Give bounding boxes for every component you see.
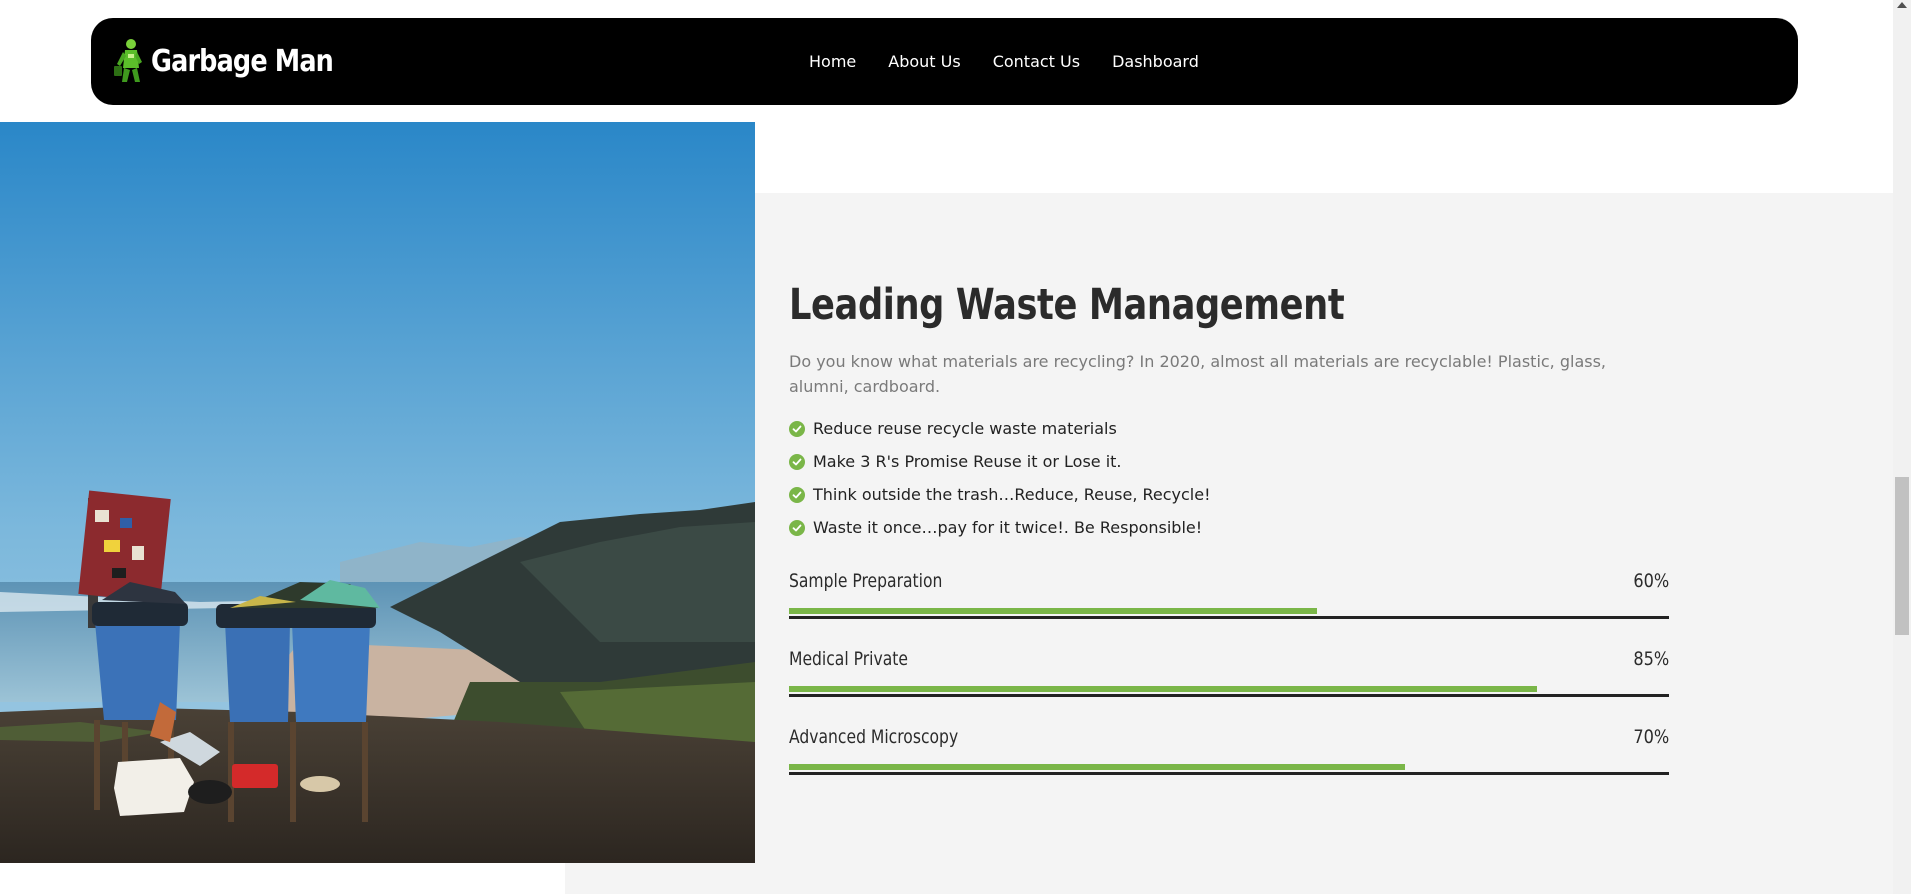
check-circle-icon	[789, 420, 805, 437]
progress-track	[789, 686, 1669, 697]
check-circle-icon	[789, 519, 805, 536]
progress-fill	[789, 686, 1537, 692]
section-intro: Do you know what materials are recycling…	[789, 352, 1607, 396]
check-circle-icon	[789, 486, 805, 503]
feature-list: Reduce reuse recycle waste materials Mak…	[789, 412, 1669, 544]
section-title: Leading Waste Management	[789, 280, 1345, 330]
skill-bars: Sample Preparation 60% Medical Private 8…	[789, 568, 1669, 802]
skill-bar-sample-preparation: Sample Preparation 60%	[789, 568, 1669, 646]
scroll-up-arrow-icon[interactable]	[1897, 2, 1907, 8]
progress-track	[789, 764, 1669, 775]
progress-fill	[789, 764, 1405, 770]
feature-text: Reduce reuse recycle waste materials	[813, 419, 1117, 438]
waste-management-section: Leading Waste Management Do you know wha…	[789, 280, 1669, 802]
nav-contact-link[interactable]: Contact Us	[993, 52, 1080, 71]
brand-link[interactable]: Garbage Man	[113, 36, 365, 86]
scrollbar-thumb[interactable]	[1895, 477, 1909, 635]
section-background-lower	[565, 862, 1893, 894]
feature-text: Waste it once…pay for it twice!. Be Resp…	[813, 518, 1203, 537]
progress-fill	[789, 608, 1317, 614]
skill-bar-medical-private: Medical Private 85%	[789, 646, 1669, 724]
skill-bar-advanced-microscopy: Advanced Microscopy 70%	[789, 724, 1669, 802]
check-circle-icon	[789, 453, 805, 470]
feature-item: Waste it once…pay for it twice!. Be Resp…	[789, 511, 1669, 544]
skill-name: Sample Preparation	[789, 570, 943, 592]
recycling-bins-photo-icon	[0, 122, 755, 863]
nav-about-link[interactable]: About Us	[888, 52, 960, 71]
skill-percent: 85%	[1633, 648, 1669, 670]
hero-photo	[0, 122, 755, 863]
page: Garbage Man Home About Us Contact Us Das…	[0, 0, 1911, 894]
progress-track	[789, 608, 1669, 619]
feature-item: Reduce reuse recycle waste materials	[789, 412, 1669, 445]
feature-item: Think outside the trash…Reduce, Reuse, R…	[789, 478, 1669, 511]
nav-links: Home About Us Contact Us Dashboard	[809, 18, 1231, 105]
skill-name: Medical Private	[789, 648, 908, 670]
skill-name: Advanced Microscopy	[789, 726, 959, 748]
navbar: Garbage Man Home About Us Contact Us Das…	[91, 18, 1798, 105]
garbage-man-mascot-icon	[114, 39, 142, 82]
brand-name: Garbage Man	[151, 43, 334, 79]
feature-item: Make 3 R's Promise Reuse it or Lose it.	[789, 445, 1669, 478]
skill-percent: 60%	[1633, 570, 1669, 592]
nav-home-link[interactable]: Home	[809, 52, 856, 71]
feature-text: Think outside the trash…Reduce, Reuse, R…	[813, 485, 1211, 504]
page-scrollbar[interactable]	[1893, 0, 1911, 894]
feature-text: Make 3 R's Promise Reuse it or Lose it.	[813, 452, 1122, 471]
nav-dashboard-link[interactable]: Dashboard	[1112, 52, 1199, 71]
skill-percent: 70%	[1633, 726, 1669, 748]
